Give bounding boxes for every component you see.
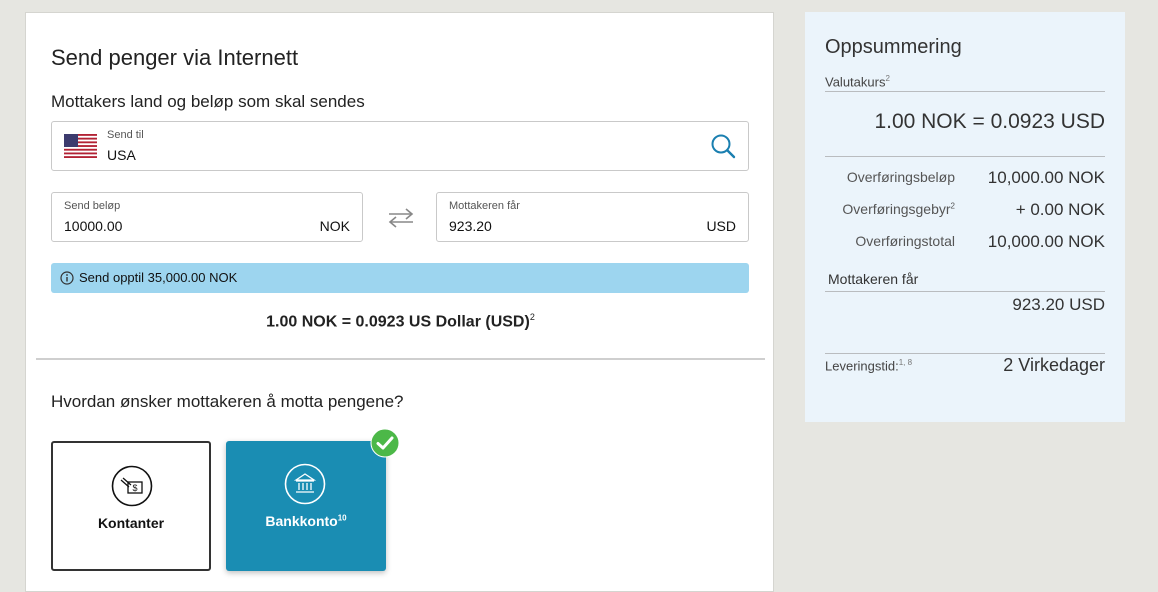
cash-icon: $ xyxy=(111,465,153,507)
row-value-amount: 10,000.00 NOK xyxy=(987,168,1105,187)
country-field[interactable]: Send til USA xyxy=(51,121,749,171)
exchange-rate-footnote: 2 xyxy=(529,312,535,322)
summary-panel: Oppsummering Valutakurs2 1.00 NOK = 0.09… xyxy=(805,12,1125,422)
send-amount-value: 10000.00 xyxy=(64,218,123,234)
exchange-rate: 1.00 NOK = 0.0923 US Dollar (USD)2 xyxy=(26,312,775,331)
send-amount-field[interactable]: Send beløp 10000.00 NOK xyxy=(51,192,363,242)
send-limit-text: Send opptil 35,000.00 NOK xyxy=(79,270,238,285)
summary-title: Oppsummering xyxy=(825,36,962,58)
country-value: USA xyxy=(107,147,136,163)
method-bank-card[interactable]: Bankkonto10 xyxy=(226,441,386,571)
page-title: Send penger via Internett xyxy=(51,45,299,70)
row-value-fee: + 0.00 NOK xyxy=(1015,200,1105,219)
row-label-fee: Overføringsgebyr2 xyxy=(842,201,955,217)
summary-divider xyxy=(825,353,1105,354)
send-limit-banner: Send opptil 35,000.00 NOK xyxy=(51,263,749,293)
delivery-label: Leveringstid:1, 8 xyxy=(825,358,913,374)
row-value-total: 10,000.00 NOK xyxy=(987,232,1105,251)
selected-check-icon xyxy=(370,428,400,458)
us-flag-icon xyxy=(64,134,97,158)
method-cash-label: Kontanter xyxy=(97,515,165,531)
divider xyxy=(36,358,765,360)
summary-divider xyxy=(825,91,1105,92)
receive-amount-field[interactable]: Mottakeren får 923.20 USD xyxy=(436,192,749,242)
method-section-heading: Hvordan ønsker mottakeren å motta pengen… xyxy=(51,392,404,411)
rate-label: Valutakurs2 xyxy=(825,74,890,90)
bank-icon xyxy=(284,463,326,505)
summary-divider xyxy=(825,291,1105,292)
exchange-rate-text: 1.00 NOK = 0.0923 US Dollar (USD) xyxy=(266,313,530,331)
send-money-form: Send penger via Internett Mottakers land… xyxy=(25,12,774,592)
recipient-section-heading: Mottakers land og beløp som skal sendes xyxy=(51,92,365,111)
search-icon[interactable] xyxy=(710,133,736,159)
receive-currency: USD xyxy=(706,218,736,234)
delivery-value: 2 Virkedager xyxy=(1003,355,1105,375)
row-label-amount: Overføringsbeløp xyxy=(846,169,955,185)
svg-text:$: $ xyxy=(132,483,137,493)
summary-receive-label: Mottakeren får xyxy=(828,271,919,287)
method-cash-card[interactable]: $ Kontanter xyxy=(51,441,211,571)
info-icon xyxy=(60,271,74,285)
send-amount-label: Send beløp xyxy=(64,200,121,212)
receive-amount-label: Mottakeren får xyxy=(449,200,520,212)
country-label: Send til xyxy=(107,129,144,141)
send-currency: NOK xyxy=(319,218,350,234)
method-bank-label: Bankkonto10 xyxy=(265,513,347,529)
summary-rate-value: 1.00 NOK = 0.0923 USD xyxy=(874,110,1105,133)
summary-receive-value: 923.20 USD xyxy=(1012,295,1105,314)
summary-divider xyxy=(825,156,1105,157)
swap-icon[interactable] xyxy=(387,207,415,229)
row-label-total: Overføringstotal xyxy=(855,233,955,249)
receive-amount-value: 923.20 xyxy=(449,218,492,234)
